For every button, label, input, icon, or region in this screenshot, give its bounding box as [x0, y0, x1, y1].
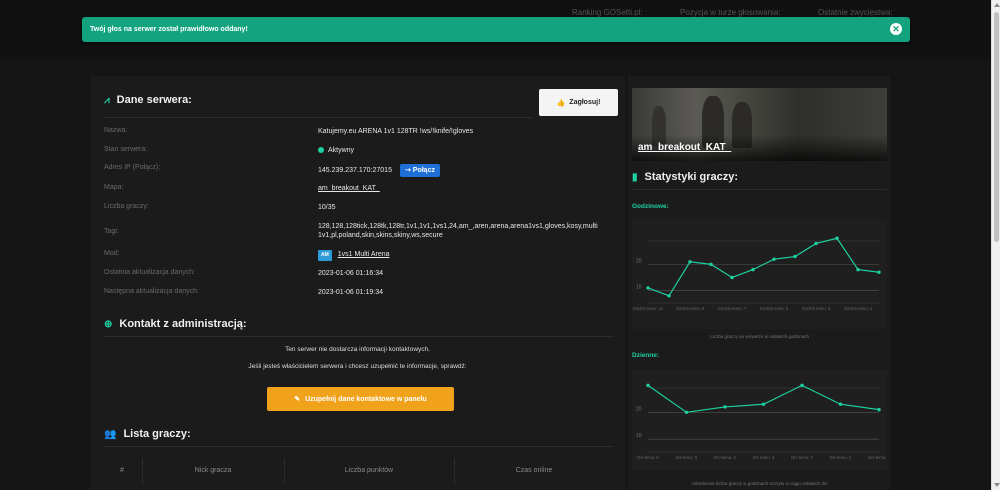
- daily-chart-svg: 10 20 Dni temu: 6 Dni temu: 5 Dni temu: 4 Dni…: [636, 383, 890, 460]
- page-scrollbar[interactable]: [991, 0, 1000, 490]
- stats-heading: ▮ Statystyki graczy:: [632, 171, 739, 183]
- fill-contact-button[interactable]: ✎ Uzupełnij dane kontaktowe w panelu: [267, 387, 454, 411]
- series-line: [647, 237, 880, 297]
- data-point: [877, 270, 881, 274]
- tags-value: 128,128,128tick,128tk,128tr,1v1,1v1,1vs1…: [318, 223, 598, 239]
- edit-icon: ✎: [294, 396, 301, 403]
- x-tick-label: Dni temu: 4: [714, 455, 736, 460]
- contact-info-text: Ten serwer nie dostarcza informacji kont…: [285, 346, 430, 353]
- vote-button[interactable]: 👍 Zagłosuj!: [539, 89, 618, 116]
- winners-label: Ostatnie zwycięstwa:: [818, 8, 893, 17]
- contact-heading: ⊕ Kontakt z administracją:: [104, 318, 247, 330]
- hourly-chart: 10 20 Godzin temu: 12 Godzin temu: 9 Godzin …: [632, 219, 887, 329]
- data-point: [723, 405, 727, 409]
- data-point: [856, 267, 860, 272]
- data-point: [793, 254, 797, 259]
- players-count: 10/35: [318, 204, 336, 211]
- server-name: Katujemy.eu ARENA 1v1 128TR !ws/!knife/!…: [318, 128, 474, 135]
- server-details-panel: ⩘ Dane serwera: 👍 Zagłosuj! Nazwa: Katuj…: [90, 76, 625, 490]
- x-tick-label: Dni temu: 3: [753, 455, 775, 460]
- daily-chart: 10 20 Dni temu: 6 Dni temu: 5 Dni temu: 4 Dni…: [632, 370, 890, 470]
- status-value: Aktywny: [328, 147, 355, 154]
- data-point: [761, 402, 766, 406]
- data-point: [684, 410, 689, 415]
- data-point: [646, 286, 650, 290]
- x-tick-label: Dni temu: 6: [637, 455, 659, 460]
- close-icon[interactable]: ✕: [890, 23, 902, 35]
- data-point: [838, 402, 843, 406]
- series-line: [647, 384, 880, 413]
- data-point: [814, 241, 818, 246]
- data-point: [667, 294, 671, 298]
- toast-message: Twój głos na serwer został prawidłowo od…: [90, 26, 248, 33]
- divider: [104, 446, 614, 447]
- col-nick[interactable]: Nick gracza: [142, 467, 284, 474]
- y-tick-label: 20: [636, 406, 642, 412]
- data-point: [730, 275, 734, 280]
- position-label: Pozycja w turze głosowania:: [680, 8, 781, 17]
- col-online[interactable]: Czas online: [454, 467, 614, 474]
- mod-link[interactable]: 1vs1 Multi Arena: [338, 251, 390, 258]
- hourly-label: Godzinowe:: [632, 203, 669, 210]
- data-point: [800, 383, 804, 388]
- side-panel: am_breakout_KAT_ ▮ Statystyki graczy: Go…: [628, 76, 890, 490]
- x-tick-label: Godzin temu: 9: [676, 306, 705, 311]
- y-tick-label: 20: [636, 258, 642, 264]
- status-check-icon: [318, 147, 324, 153]
- x-tick-label: Godzin temu: 5: [760, 306, 789, 311]
- data-point: [688, 260, 692, 264]
- col-index[interactable]: #: [104, 467, 140, 474]
- thumbs-up-icon: 👍: [556, 99, 566, 107]
- connect-button[interactable]: ⇢ Połącz: [399, 164, 440, 177]
- divider: [104, 117, 532, 118]
- hourly-chart-svg: 10 20 Godzin temu: 12 Godzin temu: 9 Godzin …: [633, 236, 881, 311]
- users-icon: 👥: [104, 428, 117, 440]
- next-update-value: 2023-01-06 01:19:34: [318, 289, 383, 296]
- contact-owner-text: Jeśli jesteś właścicielem serwera i chce…: [248, 363, 467, 370]
- daily-caption: Uśredniona liczba graczy w godzinach szc…: [691, 481, 828, 486]
- divider: [632, 189, 887, 190]
- data-point: [646, 383, 650, 388]
- scroll-down-icon[interactable]: [994, 483, 1000, 487]
- ip-address: 145.239.237.170:27015: [318, 167, 392, 174]
- x-tick-label: Dni temu: 2: [791, 455, 813, 460]
- hourly-caption: Liczba graczy na serwerze w ostatnich go…: [710, 334, 809, 339]
- mod-badge: AM: [318, 250, 332, 261]
- data-point: [772, 257, 776, 261]
- data-point: [709, 262, 713, 267]
- data-point: [835, 236, 839, 240]
- players-heading: 👥 Lista graczy:: [104, 428, 191, 440]
- map-link[interactable]: am_breakout_KAT_: [318, 185, 380, 192]
- bar-chart-icon: ▮: [632, 171, 638, 183]
- daily-label: Dzienne:: [632, 352, 660, 359]
- scroll-thumb[interactable]: [994, 12, 999, 242]
- scroll-up-icon[interactable]: [994, 3, 1000, 7]
- last-update-value: 2023-01-06 01:16:34: [318, 270, 383, 277]
- x-tick-label: Dni temu: 6: [868, 455, 887, 460]
- map-name-link[interactable]: am_breakout_KAT_: [638, 142, 731, 153]
- divider: [104, 336, 614, 337]
- x-tick-label: Dni temu: 5: [676, 455, 698, 460]
- x-tick-label: Godzin temu: 3: [802, 306, 831, 311]
- data-point: [877, 407, 881, 412]
- data-point: [751, 267, 755, 272]
- y-tick-label: 10: [636, 285, 642, 291]
- y-tick-label: 10: [636, 433, 642, 439]
- x-tick-label: Godzin temu: 1: [844, 306, 873, 311]
- map-image[interactable]: am_breakout_KAT_: [632, 88, 887, 161]
- col-points[interactable]: Liczba punktów: [284, 467, 454, 474]
- x-tick-label: Dni temu: 1: [830, 455, 852, 460]
- x-tick-label: Godzin temu: 12: [633, 306, 664, 311]
- server-data-heading: ⩘ Dane serwera:: [104, 94, 192, 106]
- globe-icon: ⊕: [104, 318, 113, 330]
- ranking-label: Ranking GOSetti.pl:: [572, 8, 643, 17]
- x-tick-label: Godzin temu: 7: [718, 306, 747, 311]
- pulse-icon: ⩘: [104, 94, 110, 106]
- success-toast: Twój głos na serwer został prawidłowo od…: [82, 17, 910, 42]
